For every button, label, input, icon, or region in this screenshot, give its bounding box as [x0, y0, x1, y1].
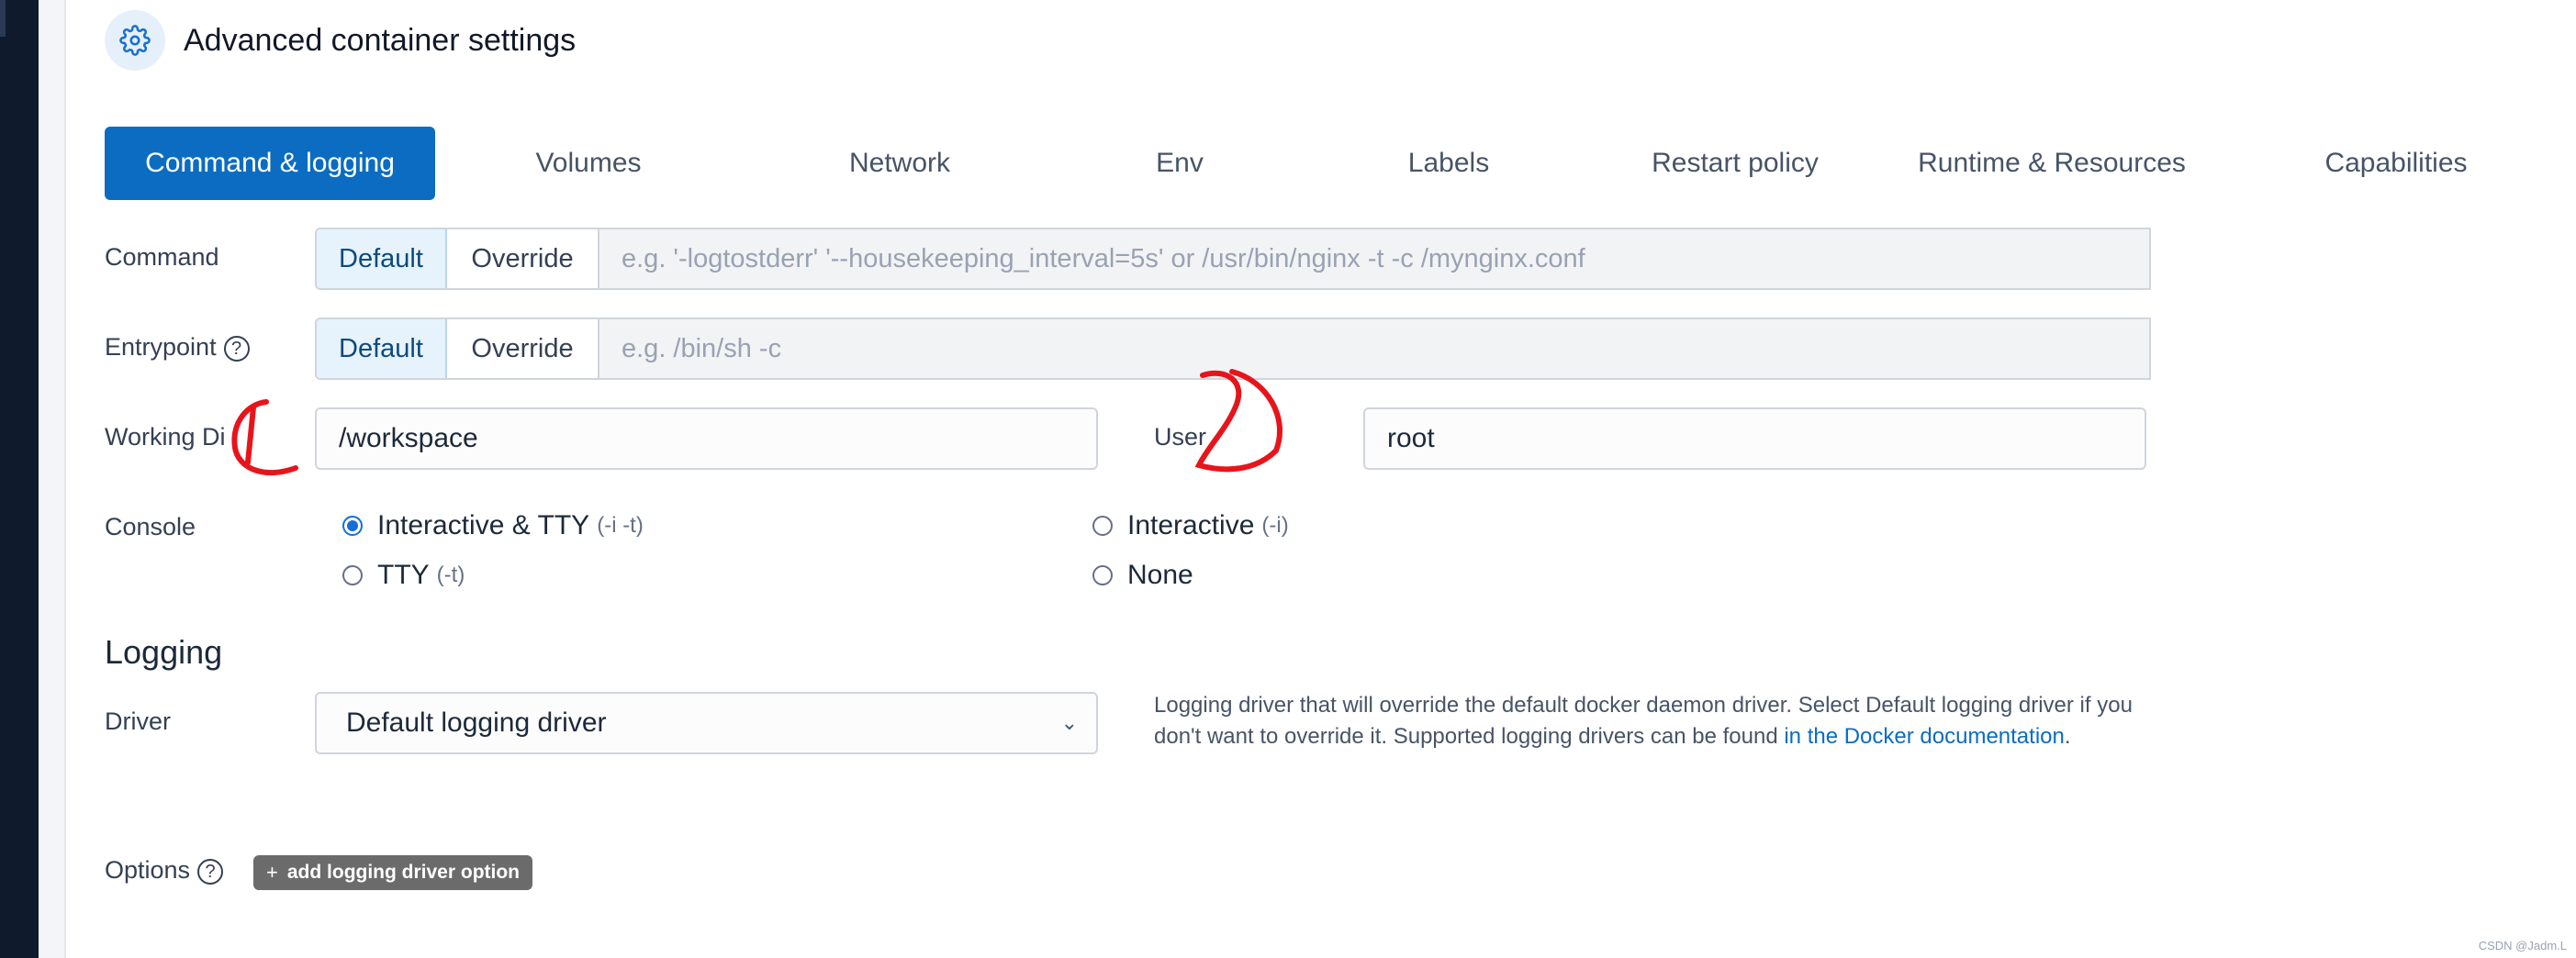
logging-section-title: Logging	[105, 633, 223, 671]
radio-unchecked[interactable]	[1092, 565, 1113, 585]
radio-hint: (-t)	[436, 563, 465, 587]
tab-runtime-resources[interactable]: Runtime & Resources	[1900, 127, 2203, 200]
chevron-down-icon: ⌄	[1060, 711, 1078, 734]
console-option-interactive[interactable]: Interactive (-i)	[1092, 510, 1289, 541]
command-override-button[interactable]: Override	[447, 229, 598, 288]
tab-capabilities[interactable]: Capabilities	[2295, 127, 2497, 200]
options-label: Options	[105, 856, 191, 884]
command-default-button[interactable]: Default	[317, 229, 447, 288]
user-label: User	[1154, 423, 1207, 451]
help-icon[interactable]: ?	[223, 335, 250, 362]
tab-labels[interactable]: Labels	[1357, 127, 1540, 200]
radio-label: TTY	[377, 560, 430, 590]
entrypoint-control: Default Override e.g. /bin/sh -c	[315, 317, 2151, 380]
docker-docs-link[interactable]: in the Docker documentation	[1784, 724, 2065, 749]
radio-unchecked[interactable]	[342, 565, 363, 585]
working-dir-input[interactable]: /workspace	[315, 407, 1098, 470]
radio-checked[interactable]	[342, 516, 363, 536]
command-label: Command	[105, 243, 219, 271]
radio-label: Interactive	[1127, 510, 1255, 540]
help-icon[interactable]: ?	[197, 858, 224, 885]
logging-help-text: Logging driver that will override the de…	[1154, 690, 2145, 752]
add-button-label: add logging driver option	[286, 862, 521, 883]
select-value: Default logging driver	[346, 707, 607, 738]
entrypoint-override-button[interactable]: Override	[447, 319, 598, 378]
entrypoint-label-row: Entrypoint?	[105, 330, 250, 363]
side-panel	[39, 0, 66, 958]
tab-command-logging[interactable]: Command & logging	[105, 127, 435, 200]
console-option-none[interactable]: None	[1092, 560, 1193, 591]
page-title: Advanced container settings	[184, 23, 577, 58]
tab-network[interactable]: Network	[808, 127, 991, 200]
left-sidebar	[0, 0, 39, 958]
watermark: CSDN @Jadm.L	[2478, 939, 2567, 952]
add-logging-driver-option-button[interactable]: + add logging driver option	[253, 855, 533, 890]
plus-icon: +	[266, 861, 278, 884]
user-input[interactable]: root	[1363, 407, 2146, 470]
console-option-tty[interactable]: TTY (-t)	[342, 560, 465, 591]
entrypoint-label: Entrypoint	[105, 333, 217, 361]
help-text-end: .	[2064, 724, 2071, 749]
command-control: Default Override e.g. '-logtostderr' '--…	[315, 228, 2151, 290]
gear-icon	[119, 25, 151, 56]
console-option-interactive-tty[interactable]: Interactive & TTY (-i -t)	[342, 510, 644, 541]
working-dir-label: Working Di	[105, 423, 226, 451]
sidebar-handle	[0, 0, 6, 37]
header-icon-badge	[105, 10, 165, 71]
tab-env[interactable]: Env	[1115, 127, 1244, 200]
radio-hint: (-i -t)	[597, 513, 644, 538]
entrypoint-input[interactable]: e.g. /bin/sh -c	[598, 319, 2149, 378]
options-label-row: Options?	[105, 853, 224, 886]
radio-hint: (-i)	[1261, 513, 1289, 538]
tab-restart-policy[interactable]: Restart policy	[1634, 127, 1836, 200]
radio-label: None	[1127, 560, 1193, 590]
logging-driver-select[interactable]: Default logging driver ⌄	[315, 692, 1098, 754]
radio-label: Interactive & TTY	[377, 510, 590, 540]
tab-volumes[interactable]: Volumes	[497, 127, 680, 200]
command-input[interactable]: e.g. '-logtostderr' '--housekeeping_inte…	[598, 229, 2149, 288]
radio-unchecked[interactable]	[1092, 516, 1113, 536]
entrypoint-default-button[interactable]: Default	[317, 319, 447, 378]
console-label: Console	[105, 513, 196, 540]
driver-label: Driver	[105, 707, 171, 735]
